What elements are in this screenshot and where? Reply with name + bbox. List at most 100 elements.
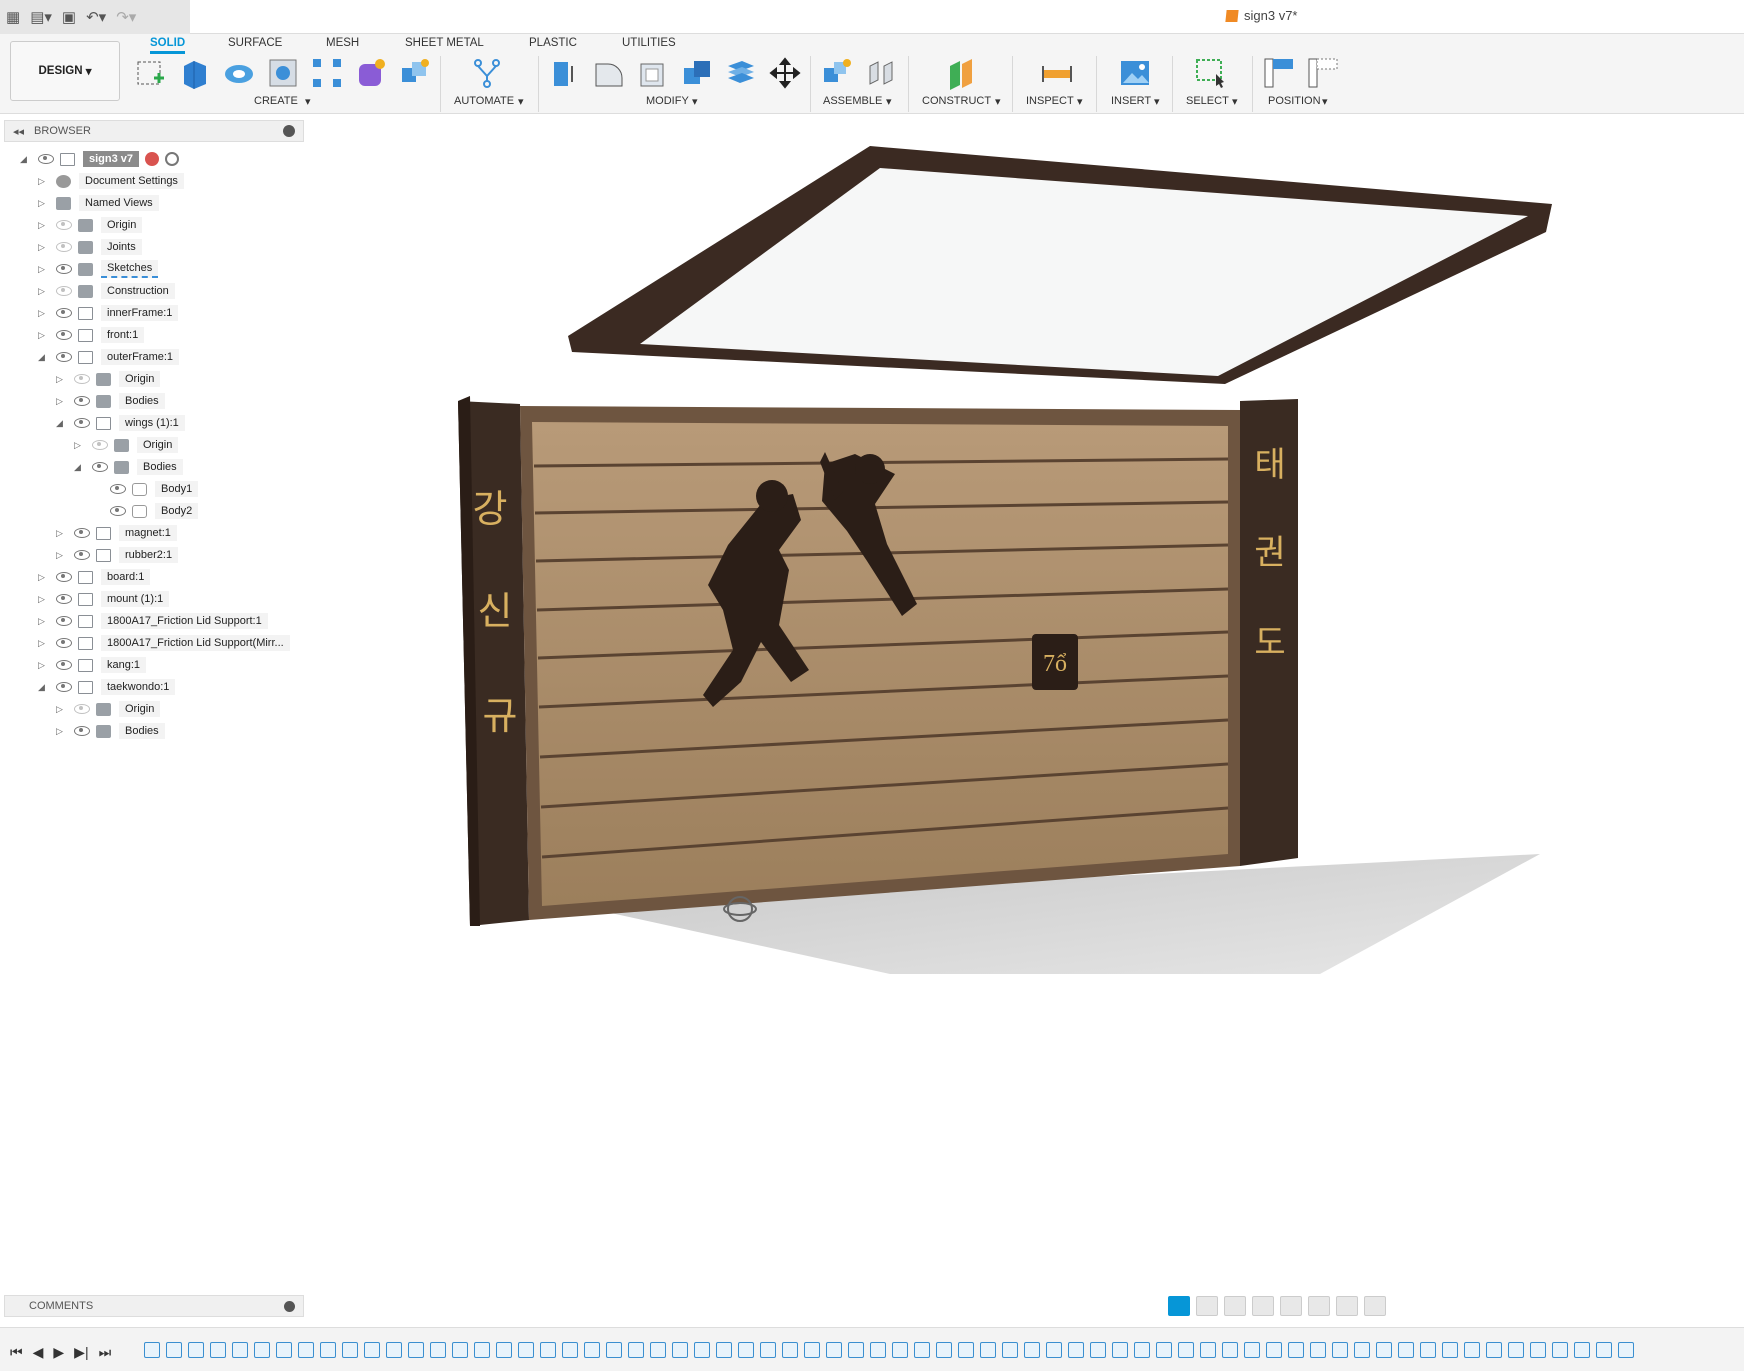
timeline-feature-icon[interactable]	[496, 1342, 512, 1358]
tree-item[interactable]: ◢ Bodies	[74, 456, 183, 478]
new-component-assemble-icon[interactable]	[820, 56, 854, 90]
grid-settings-icon[interactable]	[1336, 1296, 1358, 1316]
eye-icon[interactable]	[56, 660, 72, 670]
inspect-menu[interactable]: INSPECT	[1026, 95, 1074, 107]
revolve-icon[interactable]	[222, 56, 256, 90]
timeline-feature-icon[interactable]	[782, 1342, 798, 1358]
timeline-feature-icon[interactable]	[408, 1342, 424, 1358]
tab-utilities[interactable]: UTILITIES	[622, 37, 676, 49]
tree-item[interactable]: ▷ Construction	[38, 280, 175, 302]
tree-item[interactable]: ▷ Bodies	[56, 720, 165, 742]
timeline-feature-icon[interactable]	[1200, 1342, 1216, 1358]
viewports-icon[interactable]	[1364, 1296, 1386, 1316]
tree-item[interactable]: ◢ outerFrame:1	[38, 346, 180, 368]
step-back-icon[interactable]: ◀	[33, 1344, 44, 1361]
fit-icon[interactable]	[1280, 1296, 1302, 1316]
collapse-browser-icon[interactable]: ◂◂	[13, 125, 24, 138]
timeline-feature-icon[interactable]	[584, 1342, 600, 1358]
timeline-feature-icon[interactable]	[716, 1342, 732, 1358]
press-pull-icon[interactable]	[548, 56, 582, 90]
timeline-feature-icon[interactable]	[166, 1342, 182, 1358]
timeline-feature-icon[interactable]	[254, 1342, 270, 1358]
timeline-feature-icon[interactable]	[870, 1342, 886, 1358]
browser-pin-icon[interactable]	[283, 125, 295, 137]
tree-item[interactable]: ◢ wings (1):1	[56, 412, 185, 434]
timeline-feature-icon[interactable]	[474, 1342, 490, 1358]
tab-plastic[interactable]: PLASTIC	[529, 37, 577, 49]
timeline-feature-icon[interactable]	[452, 1342, 468, 1358]
timeline-feature-icon[interactable]	[1024, 1342, 1040, 1358]
timeline-feature-icon[interactable]	[1618, 1342, 1634, 1358]
timeline-feature-icon[interactable]	[298, 1342, 314, 1358]
automate-icon[interactable]	[470, 56, 504, 90]
timeline-feature-icon[interactable]	[1552, 1342, 1568, 1358]
redo-icon[interactable]: ↷▾	[116, 8, 136, 26]
timeline-feature-icon[interactable]	[1244, 1342, 1260, 1358]
tree-item[interactable]: ◢ taekwondo:1	[38, 676, 176, 698]
timeline-feature-icon[interactable]	[980, 1342, 996, 1358]
pattern-icon[interactable]	[310, 56, 344, 90]
shell-icon[interactable]	[636, 56, 670, 90]
timeline-feature-icon[interactable]	[738, 1342, 754, 1358]
eye-icon[interactable]	[56, 572, 72, 582]
tree-item[interactable]: ▷ Joints	[38, 236, 142, 258]
timeline-feature-icon[interactable]	[1178, 1342, 1194, 1358]
save-icon[interactable]: ▣	[62, 8, 76, 26]
timeline-feature-icon[interactable]	[606, 1342, 622, 1358]
fillet-icon[interactable]	[592, 56, 626, 90]
document-tab[interactable]: sign3 v7*	[1225, 8, 1297, 23]
select-window-icon[interactable]	[1194, 56, 1228, 90]
comments-panel[interactable]: COMMENTS	[4, 1295, 304, 1317]
apps-grid-icon[interactable]: ▦	[6, 8, 20, 26]
tab-surface[interactable]: SURFACE	[228, 37, 282, 49]
select-menu[interactable]: SELECT	[1186, 95, 1229, 107]
eye-icon[interactable]	[56, 264, 72, 274]
eye-icon[interactable]	[92, 440, 108, 450]
timeline-feature-icon[interactable]	[430, 1342, 446, 1358]
eye-icon[interactable]	[92, 462, 108, 472]
timeline-feature-icon[interactable]	[628, 1342, 644, 1358]
tree-item[interactable]: ▷ Origin	[74, 434, 179, 456]
timeline-feature-icon[interactable]	[892, 1342, 908, 1358]
eye-icon[interactable]	[56, 308, 72, 318]
timeline-feature-icon[interactable]	[1134, 1342, 1150, 1358]
orbit-icon[interactable]	[1168, 1296, 1190, 1316]
extrude-icon[interactable]	[178, 56, 212, 90]
timeline-feature-icon[interactable]	[1574, 1342, 1590, 1358]
pan-icon[interactable]	[1224, 1296, 1246, 1316]
timeline-feature-icon[interactable]	[1266, 1342, 1282, 1358]
tree-item[interactable]: ▷ kang:1	[38, 654, 147, 676]
tree-item[interactable]: ▷ Origin	[56, 698, 161, 720]
offset-face-icon[interactable]	[724, 56, 758, 90]
eye-icon[interactable]	[56, 352, 72, 362]
timeline-feature-icon[interactable]	[914, 1342, 930, 1358]
timeline-feature-icon[interactable]	[1112, 1342, 1128, 1358]
timeline-feature-icon[interactable]	[1398, 1342, 1414, 1358]
timeline-feature-icon[interactable]	[936, 1342, 952, 1358]
look-at-icon[interactable]	[1196, 1296, 1218, 1316]
timeline-feature-icon[interactable]	[386, 1342, 402, 1358]
tree-item[interactable]: ▷ mount (1):1	[38, 588, 170, 610]
tree-item[interactable]: ▷ Sketches	[38, 258, 159, 280]
insert-image-icon[interactable]	[1118, 56, 1152, 90]
go-to-end-icon[interactable]: ⏭	[99, 1344, 112, 1361]
tree-item[interactable]: ▷ Origin	[38, 214, 143, 236]
timeline-feature-icon[interactable]	[1508, 1342, 1524, 1358]
eye-icon[interactable]	[74, 374, 90, 384]
eye-icon[interactable]	[56, 682, 72, 692]
timeline-feature-icon[interactable]	[1046, 1342, 1062, 1358]
eye-icon[interactable]	[110, 506, 126, 516]
add-comment-icon[interactable]	[284, 1301, 295, 1312]
timeline-feature-icon[interactable]	[1354, 1342, 1370, 1358]
assemble-menu[interactable]: ASSEMBLE	[823, 95, 882, 107]
file-menu-icon[interactable]: ▤▾	[30, 8, 52, 26]
eye-icon[interactable]	[74, 704, 90, 714]
eye-icon[interactable]	[74, 396, 90, 406]
tab-solid[interactable]: SOLID	[150, 37, 186, 54]
insert-menu[interactable]: INSERT	[1111, 95, 1151, 107]
zoom-icon[interactable]	[1252, 1296, 1274, 1316]
timeline-feature-icon[interactable]	[1486, 1342, 1502, 1358]
timeline-feature-icon[interactable]	[540, 1342, 556, 1358]
timeline-feature-icon[interactable]	[1156, 1342, 1172, 1358]
timeline-feature-icon[interactable]	[320, 1342, 336, 1358]
